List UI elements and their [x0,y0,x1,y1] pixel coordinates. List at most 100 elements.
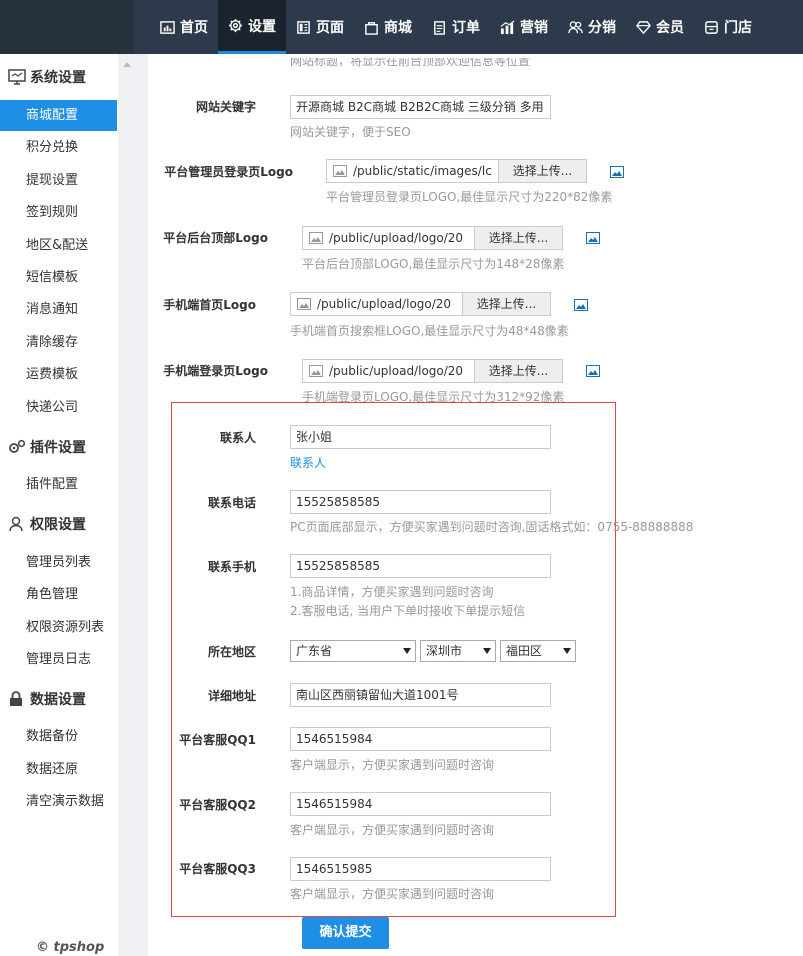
image-icon [333,165,347,177]
sidebar-scrollbar[interactable] [118,54,136,956]
site-title-hint: 网站标题，将显示在前台顶部欢迎信息等位置 [290,58,531,68]
sidebar-item-role-management[interactable]: 角色管理 [0,579,117,610]
sidebar-item-mall-config[interactable]: 商城配置 [0,100,117,131]
sidebar-group-system: 系统设置 [8,67,86,87]
diamond-icon [636,20,651,34]
users-icon [568,20,583,33]
scroll-up-arrow-icon[interactable] [123,62,131,67]
qq2-hint: 客户端显示，方便买家遇到问题时咨询 [290,823,495,837]
admin-top-logo-preview-icon[interactable] [586,232,600,244]
page-icon [297,20,310,34]
nav-distribution[interactable]: 分销 [558,0,626,54]
nav-label: 营销 [520,20,548,36]
sidebar-group-permissions: 权限设置 [8,514,86,534]
sidebar-item-admin-list[interactable]: 管理员列表 [0,547,117,578]
sidebar-item-express[interactable]: 快递公司 [0,392,117,423]
nav-label: 门店 [724,20,752,36]
sidebar-item-region-shipping[interactable]: 地区&配送 [0,230,117,261]
gears-icon [9,439,26,453]
mobile-input[interactable]: 15525858585 [290,554,551,578]
qq1-input[interactable]: 1546515984 [290,727,551,751]
mobile-login-logo-path[interactable]: /public/upload/logo/20 [329,364,463,378]
monitor-icon [8,69,26,85]
sidebar-group-title: 系统设置 [30,70,86,86]
qq3-hint: 客户端显示，方便买家遇到问题时咨询 [290,887,495,901]
mobile-home-logo-path[interactable]: /public/upload/logo/20 [317,297,451,311]
qq2-input[interactable]: 1546515984 [290,792,551,816]
mobile-home-logo-hint: 手机端首页搜索框LOGO,最佳显示尺寸为48*48像素 [290,324,569,338]
admin-top-logo-upload-button[interactable]: 选择上传... [474,227,562,249]
sidebar-item-data-backup[interactable]: 数据备份 [0,721,117,752]
bag-icon [365,21,378,35]
admin-login-logo-hint: 平台管理员登录页LOGO,最佳显示尺寸为220*82像素 [326,190,613,204]
nav-stores[interactable]: 门店 [694,0,762,54]
nav-settings[interactable]: 设置 [218,0,286,54]
sidebar-item-clear-demo[interactable]: 清空演示数据 [0,786,117,817]
top-navbar: 首页 设置 页面 商城 订单 营销 分销 会员 门店 [0,0,803,54]
nav-pages[interactable]: 页面 [286,0,354,54]
gear-icon [228,18,243,33]
sidebar-group-data: 数据设置 [8,689,86,709]
nav-label: 首页 [180,20,208,36]
district-select[interactable]: 福田区 [500,640,576,662]
city-value: 深圳市 [426,644,463,658]
sidebar-item-clear-cache[interactable]: 清除缓存 [0,327,117,358]
contact-input[interactable]: 张小姐 [290,425,551,449]
main-nav: 首页 设置 页面 商城 订单 营销 分销 会员 门店 [150,0,762,54]
submit-button[interactable]: 确认提交 [302,917,389,949]
keywords-input[interactable]: 开源商城 B2C商城 B2B2C商城 三级分销 多用 [290,95,551,119]
address-input[interactable]: 南山区西丽镇留仙大道1001号 [290,683,551,707]
sidebar-item-plugin-config[interactable]: 插件配置 [0,469,117,500]
nav-label: 商城 [384,20,412,36]
admin-login-logo-preview-icon[interactable] [610,166,624,178]
phone-hint: PC页面底部显示，方便买家遇到问题时咨询,固话格式如：0755-88888888 [290,520,694,534]
sidebar-group-plugins: 插件设置 [8,437,86,457]
sidebar-item-data-restore[interactable]: 数据还原 [0,754,117,785]
admin-login-logo-path[interactable]: /public/static/images/lc [353,164,492,178]
nav-label: 页面 [316,20,344,36]
mobile-home-logo-preview-icon[interactable] [574,299,588,311]
qq3-input[interactable]: 1546515985 [290,857,551,881]
admin-login-logo-upload-button[interactable]: 选择上传... [498,160,586,182]
sidebar-group-title: 权限设置 [30,517,86,533]
sidebar-item-admin-log[interactable]: 管理员日志 [0,644,117,675]
admin-top-logo-upload: /public/upload/logo/20 选择上传... [302,226,563,250]
contact-hint: 联系人 [290,456,327,470]
phone-input[interactable]: 15525858585 [290,490,551,514]
keywords-label: 网站关键字 [195,100,256,114]
mobile-label: 联系手机 [207,560,256,574]
sidebar-item-withdraw[interactable]: 提现设置 [0,165,117,196]
image-icon [309,232,323,244]
store-icon [705,20,718,34]
sidebar-item-permission-resources[interactable]: 权限资源列表 [0,612,117,643]
mobile-hint-2: 2.客服电话, 当用户下单时接收下单提示短信 [290,604,526,618]
chevron-down-icon [403,648,411,654]
nav-members[interactable]: 会员 [626,0,694,54]
sidebar-item-points[interactable]: 积分兑换 [0,132,117,163]
mobile-login-logo-label: 手机端登录页Logo [163,364,268,378]
admin-top-logo-path[interactable]: /public/upload/logo/20 [329,231,463,245]
province-select[interactable]: 广东省 [290,640,416,662]
mobile-home-logo-upload-button[interactable]: 选择上传... [462,293,550,315]
mobile-login-logo-upload: /public/upload/logo/20 选择上传... [302,359,563,383]
nav-orders[interactable]: 订单 [422,0,490,54]
mobile-home-logo-upload: /public/upload/logo/20 选择上传... [290,292,551,316]
city-select[interactable]: 深圳市 [420,640,496,662]
nav-marketing[interactable]: 营销 [490,0,558,54]
sidebar-group-title: 数据设置 [30,692,86,708]
mobile-login-logo-upload-button[interactable]: 选择上传... [474,360,562,382]
mobile-login-logo-preview-icon[interactable] [586,365,600,377]
chevron-down-icon [563,648,571,654]
nav-home[interactable]: 首页 [150,0,218,54]
bar-chart-icon [500,19,515,34]
nav-label: 订单 [452,20,480,36]
sidebar-item-notifications[interactable]: 消息通知 [0,294,117,325]
sidebar-item-checkin[interactable]: 签到规则 [0,197,117,228]
sidebar-item-sms-template[interactable]: 短信模板 [0,262,117,293]
nav-label: 分销 [588,20,616,36]
sidebar-item-freight-template[interactable]: 运费模板 [0,359,117,390]
nav-mall[interactable]: 商城 [354,0,422,54]
chart-icon [160,20,175,34]
qq1-label: 平台客服QQ1 [179,733,256,747]
sidebar-group-title: 插件设置 [30,440,86,456]
